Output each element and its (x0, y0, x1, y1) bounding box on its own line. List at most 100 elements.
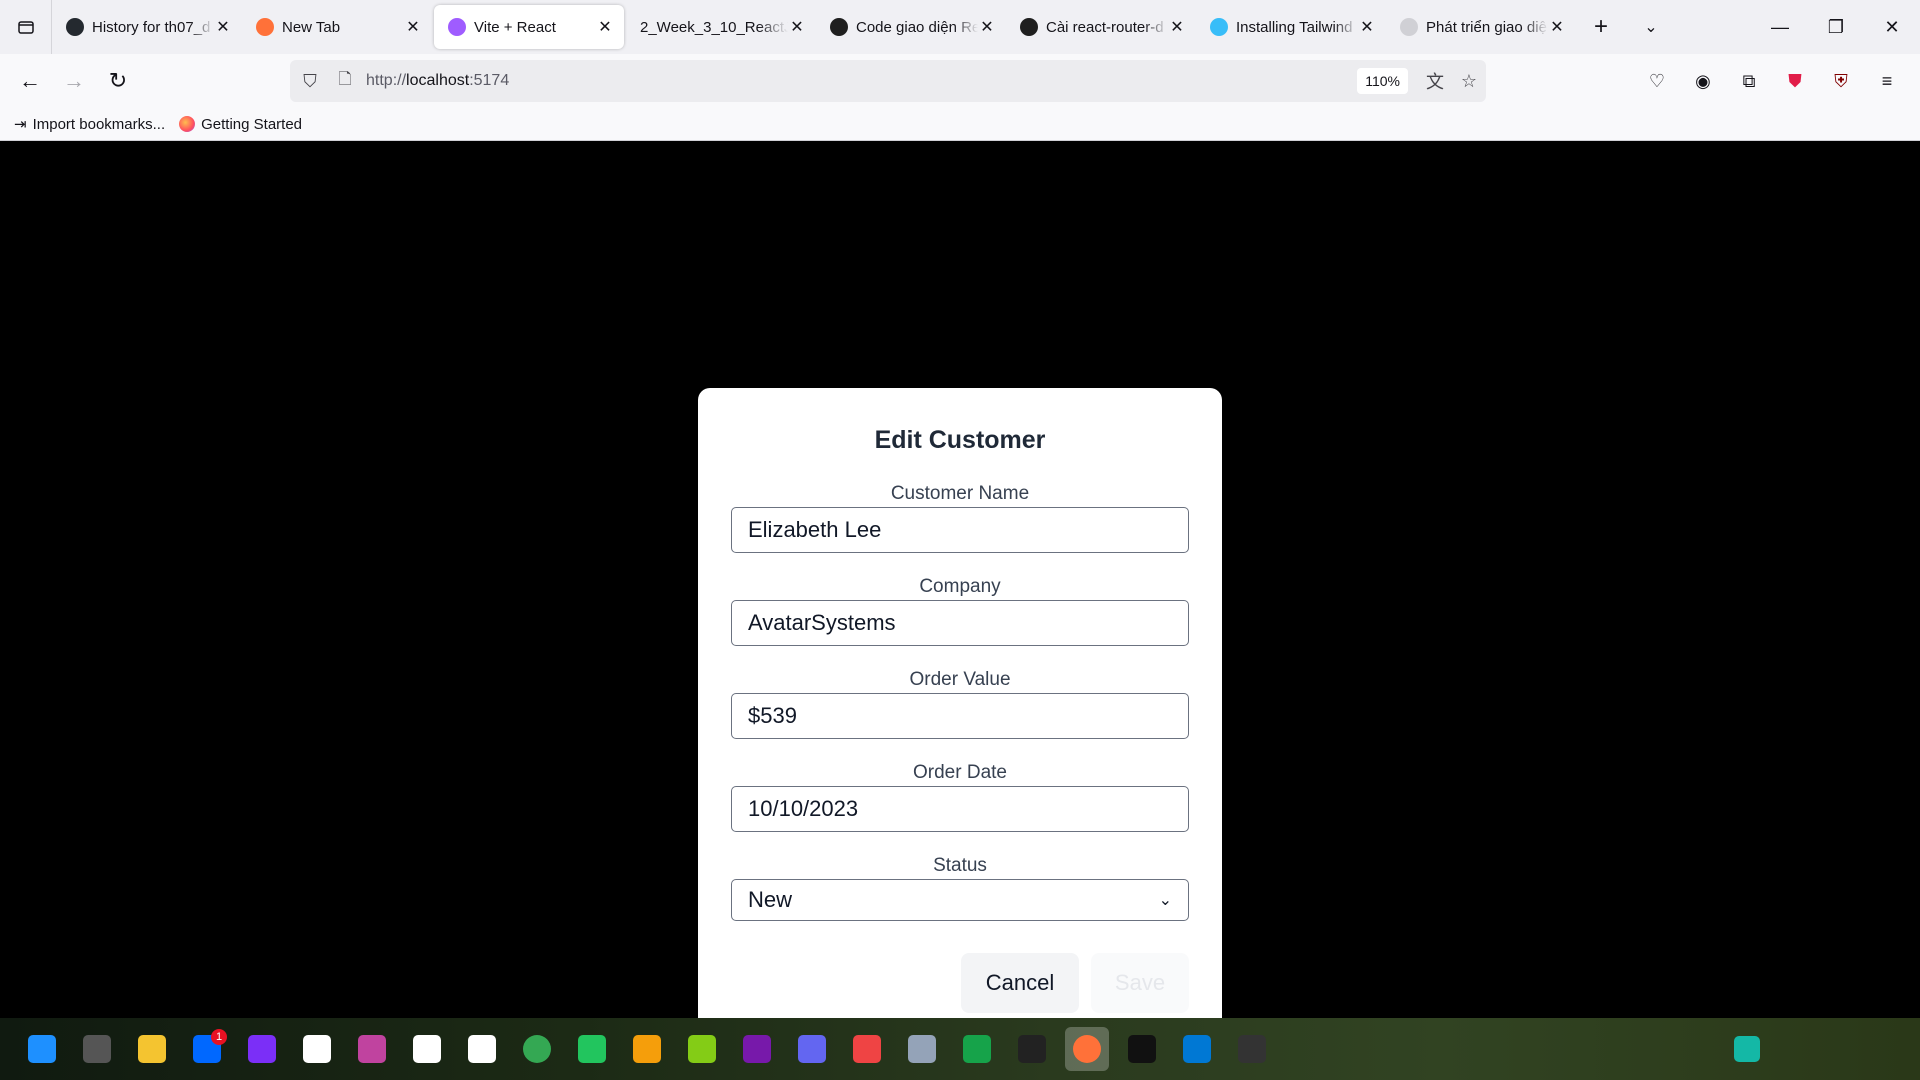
close-tab-icon[interactable]: ✕ (596, 18, 614, 36)
browser-tab[interactable]: History for th07_d ✕ (52, 5, 242, 49)
restore-icon[interactable]: ❐ (1808, 0, 1864, 54)
account-icon[interactable]: ◉ (1680, 59, 1726, 103)
firefox-icon (256, 18, 274, 36)
app-icon (853, 1035, 881, 1063)
cancel-button[interactable]: Cancel (961, 953, 1079, 1013)
list-all-tabs-button[interactable]: ⌄ (1626, 5, 1676, 49)
modal-title: Edit Customer (874, 426, 1046, 454)
tray-app-icon[interactable] (1734, 1036, 1760, 1062)
taskbar-app[interactable] (75, 1027, 119, 1071)
browser-tab[interactable]: Code giao diện Re ✕ (816, 5, 1006, 49)
app-icon (798, 1035, 826, 1063)
url-bar[interactable]: ⛉ 🗋 http://localhost:5174 110% 文 ☆ (290, 60, 1486, 102)
taskbar-app[interactable] (20, 1027, 64, 1071)
close-tab-icon[interactable]: ✕ (1548, 18, 1566, 36)
bookmark-import[interactable]: ⇥ Import bookmarks... (14, 115, 165, 134)
taskbar-app[interactable]: 1 (185, 1027, 229, 1071)
browser-tab[interactable]: Vite + React ✕ (434, 5, 624, 49)
back-button[interactable]: ← (8, 59, 52, 103)
firefox-icon (179, 116, 196, 132)
close-tab-icon[interactable]: ✕ (214, 18, 232, 36)
status-value: New (748, 887, 793, 912)
taskbar-app[interactable] (295, 1027, 339, 1071)
taskbar-app[interactable] (900, 1027, 944, 1071)
app-icon (578, 1035, 606, 1063)
taskbar-app[interactable] (1010, 1027, 1054, 1071)
taskbar-app[interactable] (570, 1027, 614, 1071)
taskbar-app[interactable] (405, 1027, 449, 1071)
taskbar-app[interactable] (515, 1027, 559, 1071)
taskbar-app[interactable] (130, 1027, 174, 1071)
browser-tab[interactable]: 2_Week_3_10_ReactJS_✕ (626, 5, 816, 49)
page-info-icon[interactable]: 🗋 (330, 68, 360, 95)
close-window-icon[interactable]: ✕ (1864, 0, 1920, 54)
chevron-down-icon: ⌄ (1158, 892, 1172, 909)
search-icon (83, 1035, 111, 1063)
order-date-label: Order Date (913, 762, 1007, 783)
close-tab-icon[interactable]: ✕ (404, 18, 422, 36)
close-tab-icon[interactable]: ✕ (1358, 18, 1376, 36)
browser-tab[interactable]: New Tab ✕ (242, 5, 432, 49)
notification-badge: 1 (211, 1029, 227, 1045)
menu-icon[interactable]: ≡ (1864, 59, 1910, 103)
tailwind-icon (1210, 18, 1228, 36)
bookmark-star-icon[interactable]: ☆ (1452, 71, 1486, 92)
file-explorer-icon (138, 1035, 166, 1063)
taskbar-app[interactable] (1120, 1027, 1164, 1071)
order-value-label: Order Value (909, 669, 1011, 690)
taskbar-app[interactable] (625, 1027, 669, 1071)
tab-title: Phát triển giao diệ (1426, 18, 1547, 36)
modal-actions: Cancel Save (731, 953, 1189, 1013)
taskbar-app[interactable] (845, 1027, 889, 1071)
reload-button[interactable]: ↻ (96, 59, 140, 103)
taskbar-app[interactable] (1065, 1027, 1109, 1071)
taskbar-app[interactable] (1175, 1027, 1219, 1071)
tab-title: Cài react-router-d (1046, 18, 1164, 36)
browser-tab[interactable]: Installing Tailwind ✕ (1196, 5, 1386, 49)
toolbar-right: ♡ ◉ ⧉ ⛊ ⛨ ≡ (1634, 59, 1910, 103)
close-tab-icon[interactable]: ✕ (978, 18, 996, 36)
firefox-icon (1073, 1035, 1101, 1063)
url-text[interactable]: http://localhost:5174 (366, 72, 1357, 90)
tab-title: New Tab (282, 18, 341, 36)
close-tab-icon[interactable]: ✕ (788, 18, 806, 36)
windows-taskbar: 1 (0, 1018, 1920, 1080)
order-date-input[interactable]: 10/10/2023 (731, 786, 1189, 832)
taskbar-app[interactable] (350, 1027, 394, 1071)
pocket-icon[interactable]: ♡ (1634, 59, 1680, 103)
taskbar-app[interactable] (1230, 1027, 1274, 1071)
zoom-indicator[interactable]: 110% (1357, 68, 1408, 94)
app-icon (303, 1035, 331, 1063)
app-icon (633, 1035, 661, 1063)
browser-tab[interactable]: Cài react-router-d ✕ (1006, 5, 1196, 49)
status-select[interactable]: New ⌄ (731, 879, 1189, 921)
order-value-field: Order Value $539 (731, 669, 1189, 739)
new-tab-button[interactable]: + (1576, 5, 1626, 49)
forward-button[interactable]: → (52, 59, 96, 103)
extensions-icon[interactable]: ⧉ (1726, 59, 1772, 103)
close-tab-icon[interactable]: ✕ (1168, 18, 1186, 36)
taskbar-app[interactable] (680, 1027, 724, 1071)
taskbar-app[interactable] (735, 1027, 779, 1071)
order-value-input[interactable]: $539 (731, 693, 1189, 739)
chatgpt-icon (830, 18, 848, 36)
tabs: History for th07_d ✕ New Tab ✕ Vite + React ✕… (52, 5, 1576, 49)
bookmark-getting-started[interactable]: Getting Started (179, 116, 302, 133)
browser-tab[interactable]: Phát triển giao diệ ✕ (1386, 5, 1576, 49)
app-icon (1018, 1035, 1046, 1063)
ublock-icon[interactable]: ⛨ (1818, 59, 1864, 103)
tracking-protection-icon[interactable]: ⛉ (290, 71, 330, 92)
taskbar-app[interactable] (460, 1027, 504, 1071)
translate-icon[interactable]: 文 (1418, 68, 1452, 94)
taskbar-app[interactable] (790, 1027, 834, 1071)
minimize-icon[interactable]: — (1752, 0, 1808, 54)
taskbar-app[interactable] (240, 1027, 284, 1071)
tab-list-button[interactable] (0, 0, 52, 54)
taskbar-app[interactable] (955, 1027, 999, 1071)
save-button[interactable]: Save (1091, 953, 1189, 1013)
status-label: Status (933, 855, 987, 876)
extension-red-icon[interactable]: ⛊ (1772, 59, 1818, 103)
customer-name-input[interactable]: Elizabeth Lee (731, 507, 1189, 553)
company-input[interactable]: AvatarSystems (731, 600, 1189, 646)
taskbar-apps: 1 (20, 1027, 1285, 1071)
